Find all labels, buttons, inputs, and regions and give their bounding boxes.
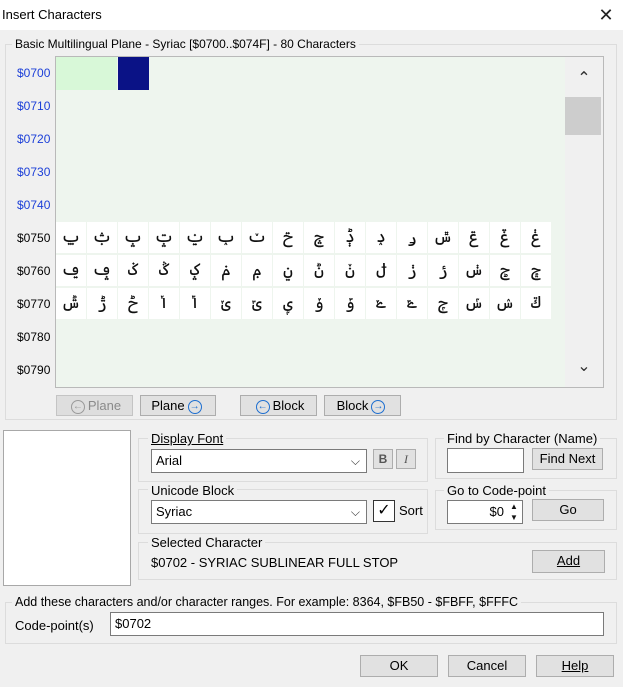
add-button-label: Add (556, 553, 581, 568)
row-label: $0740 (17, 198, 51, 212)
find-input[interactable] (447, 448, 524, 473)
chevron-down-icon: ⌵ (350, 505, 360, 519)
row-label: $0700 (17, 66, 51, 80)
block-prev-label: Block (272, 398, 305, 413)
row-label: $0710 (17, 99, 51, 113)
plane-next-button[interactable]: Plane → (140, 395, 216, 416)
go-button[interactable]: Go (532, 499, 604, 521)
plane-next-label: Plane (151, 398, 185, 413)
chevron-down-icon: ⌵ (350, 454, 360, 468)
codepoints-label: Code-point(s) (15, 618, 94, 633)
goto-label: Go to Code-point (444, 483, 550, 498)
add-characters-hint: Add these characters and/or character ra… (12, 595, 522, 609)
help-button[interactable]: Help (536, 655, 614, 677)
unicode-block-select[interactable]: Syriac ⌵ (151, 500, 367, 524)
charset-group-label: Basic Multilingual Plane - Syriac [$0700… (12, 37, 359, 51)
block-prev-button[interactable]: ← Block (240, 395, 317, 416)
spin-down-icon[interactable]: ▼ (507, 512, 521, 523)
block-next-label: Block (336, 398, 369, 413)
close-icon[interactable]: ✕ (592, 3, 620, 27)
row-label: $0750 (17, 231, 51, 245)
italic-toggle[interactable]: I (396, 449, 416, 469)
selected-character-value: $0702 - SYRIAC SUBLINEAR FULL STOP (151, 555, 399, 570)
codepoints-input[interactable]: $0702 (110, 612, 604, 636)
help-button-label: Help (561, 658, 589, 673)
sort-checkbox[interactable]: ✓ (373, 500, 395, 522)
row-label: $0770 (17, 297, 51, 311)
arrow-right-icon: → (187, 399, 202, 414)
selected-character-label: Selected Character (148, 535, 266, 550)
character-preview (3, 430, 131, 586)
row-label: $0790 (17, 363, 51, 377)
row-label: $0730 (17, 165, 51, 179)
row-label: $0780 (17, 330, 51, 344)
arrow-left-icon: ← (70, 399, 85, 414)
unicode-block-value: Syriac (156, 504, 193, 519)
plane-prev-button[interactable]: ← Plane (56, 395, 133, 416)
add-button[interactable]: Add (532, 550, 605, 573)
sort-label: Sort (399, 503, 423, 518)
spin-up-icon[interactable]: ▲ (507, 501, 521, 512)
cancel-button[interactable]: Cancel (448, 655, 526, 677)
scroll-thumb[interactable] (565, 97, 601, 135)
find-next-button[interactable]: Find Next (532, 448, 603, 470)
character-grid-border (55, 56, 604, 388)
block-next-button[interactable]: Block → (324, 395, 401, 416)
scroll-up-icon[interactable]: ⌃ (565, 59, 603, 99)
goto-value: $0 (489, 504, 504, 519)
display-font-value: Arial (156, 453, 183, 468)
plane-prev-label: Plane (87, 398, 122, 413)
arrow-left-icon: ← (255, 399, 270, 414)
ok-button[interactable]: OK (360, 655, 438, 677)
row-label: $0760 (17, 264, 51, 278)
display-font-label: Display Font (148, 431, 227, 446)
display-font-select[interactable]: Arial ⌵ (151, 449, 367, 473)
scroll-down-icon[interactable]: ⌄ (565, 347, 603, 387)
arrow-right-icon: → (371, 399, 386, 414)
window-title: Insert Characters (2, 7, 102, 22)
bold-toggle[interactable]: B (373, 449, 393, 469)
row-label: $0720 (17, 132, 51, 146)
unicode-block-label: Unicode Block (148, 483, 238, 498)
find-label: Find by Character (Name) (444, 431, 601, 446)
